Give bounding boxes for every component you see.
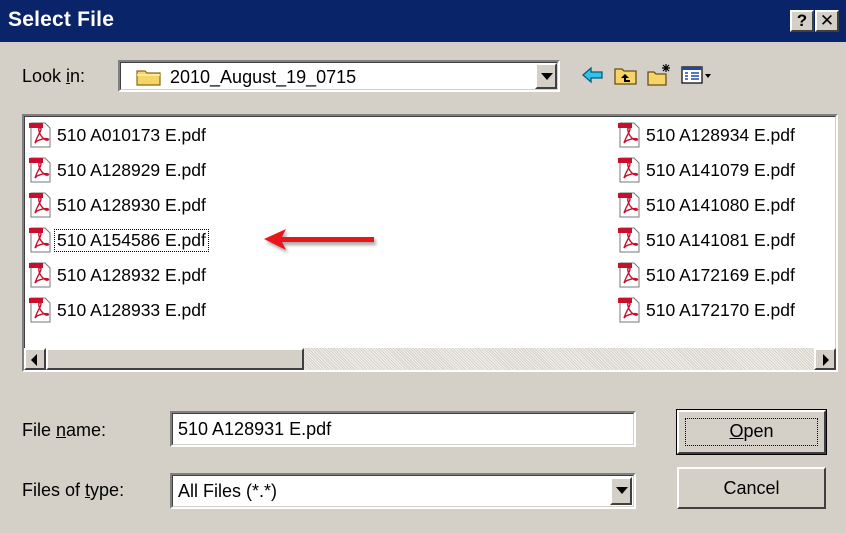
- scroll-right-button[interactable]: [814, 348, 836, 370]
- title-bar[interactable]: Select File ? ✕: [0, 0, 846, 42]
- pdf-file-icon: [618, 157, 640, 183]
- file-name-label: 510 A128930 E.pdf: [57, 194, 206, 215]
- dialog-title: Select File: [8, 8, 115, 31]
- back-arrow-icon[interactable]: [580, 63, 606, 87]
- file-item[interactable]: 510 A010173 E.pdf: [27, 120, 208, 150]
- scroll-left-button[interactable]: [24, 348, 46, 370]
- file-name-label: 510 A128932 E.pdf: [57, 264, 206, 285]
- pdf-file-icon: [29, 262, 51, 288]
- focus-rectangle: [685, 418, 818, 446]
- file-name-label: 510 A128934 E.pdf: [646, 124, 795, 145]
- cancel-button-label: Cancel: [723, 478, 780, 498]
- file-name-label: 510 A172170 E.pdf: [646, 299, 795, 320]
- horizontal-scrollbar[interactable]: [24, 348, 836, 370]
- file-item[interactable]: 510 A141081 E.pdf: [616, 225, 797, 255]
- folder-icon: [136, 70, 161, 86]
- look-in-label: Look in:: [22, 66, 86, 86]
- file-name-value: 510 A128931 E.pdf: [178, 419, 332, 439]
- file-name-label: 510 A128933 E.pdf: [57, 299, 206, 320]
- file-name-label: 510 A154586 E.pdf: [54, 228, 209, 252]
- pdf-file-icon: [618, 192, 640, 218]
- file-item[interactable]: 510 A128929 E.pdf: [27, 155, 208, 185]
- cancel-button[interactable]: Cancel: [677, 467, 826, 509]
- file-item[interactable]: 510 A141079 E.pdf: [616, 155, 797, 185]
- close-button[interactable]: ✕: [815, 10, 839, 32]
- file-name-label: 510 A141081 E.pdf: [646, 229, 795, 250]
- help-button[interactable]: ?: [790, 10, 814, 32]
- file-item-focused[interactable]: 510 A154586 E.pdf: [27, 225, 209, 255]
- look-in-value: 2010_August_19_0715: [170, 67, 357, 87]
- pdf-file-icon: [29, 227, 51, 253]
- file-item[interactable]: 510 A141080 E.pdf: [616, 190, 797, 220]
- view-menu-icon[interactable]: [680, 63, 714, 87]
- open-button[interactable]: Open: [676, 409, 827, 455]
- pdf-file-icon: [29, 157, 51, 183]
- file-item[interactable]: 510 A172169 E.pdf: [616, 260, 797, 290]
- file-name-input[interactable]: 510 A128931 E.pdf: [170, 411, 636, 447]
- file-type-field-label: Files of type:: [22, 480, 125, 500]
- pdf-file-icon: [618, 227, 640, 253]
- file-item[interactable]: 510 A128932 E.pdf: [27, 260, 208, 290]
- select-file-dialog: Select File ? ✕ Look in: 2010_August_19_…: [0, 0, 846, 533]
- pdf-file-icon: [29, 122, 51, 148]
- red-arrow-annotation: [264, 229, 374, 250]
- look-in-dropdown-button[interactable]: [535, 63, 557, 89]
- pdf-file-icon: [29, 192, 51, 218]
- file-name-label: 510 A128929 E.pdf: [57, 159, 206, 180]
- file-name-label: 510 A141080 E.pdf: [646, 194, 795, 215]
- file-type-select[interactable]: All Files (*.*): [170, 473, 636, 509]
- up-folder-icon[interactable]: [613, 63, 639, 87]
- look-in-combo[interactable]: 2010_August_19_0715: [118, 60, 560, 92]
- file-name-label: 510 A010173 E.pdf: [57, 124, 206, 145]
- pdf-file-icon: [618, 262, 640, 288]
- file-type-dropdown-button[interactable]: [610, 477, 632, 505]
- file-name-label: 510 A172169 E.pdf: [646, 264, 795, 285]
- file-item[interactable]: 510 A172170 E.pdf: [616, 295, 797, 325]
- pdf-file-icon: [29, 297, 51, 323]
- file-type-value: All Files (*.*): [178, 481, 278, 501]
- new-folder-icon[interactable]: [646, 63, 672, 87]
- scrollbar-thumb[interactable]: [46, 348, 304, 370]
- file-item[interactable]: 510 A128934 E.pdf: [616, 120, 797, 150]
- file-item[interactable]: 510 A128930 E.pdf: [27, 190, 208, 220]
- pdf-file-icon: [618, 297, 640, 323]
- file-name-field-label: File name:: [22, 420, 107, 440]
- file-name-label: 510 A141079 E.pdf: [646, 159, 795, 180]
- file-item[interactable]: 510 A128933 E.pdf: [27, 295, 208, 325]
- pdf-file-icon: [618, 122, 640, 148]
